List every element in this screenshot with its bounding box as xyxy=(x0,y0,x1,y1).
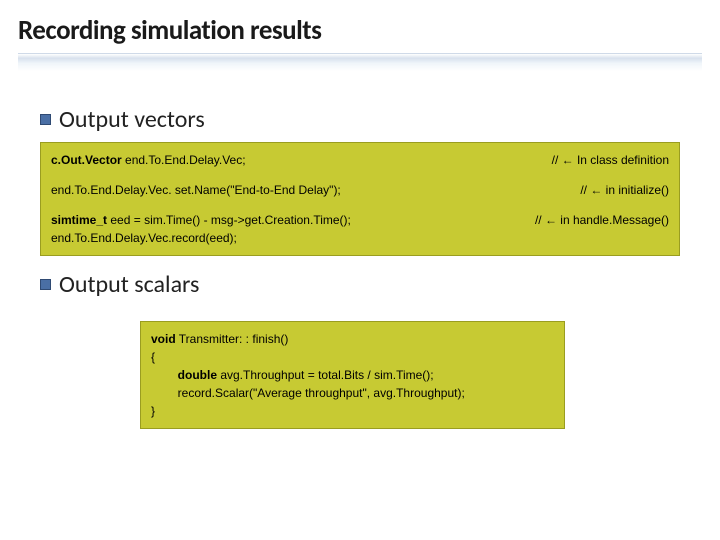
bullet-output-vectors: Output vectors xyxy=(40,105,680,134)
square-bullet-icon xyxy=(40,279,51,290)
bullet-text: Output scalars xyxy=(59,270,199,299)
bullet-text: Output vectors xyxy=(59,105,205,134)
title-underline xyxy=(18,53,702,71)
square-bullet-icon xyxy=(40,114,51,125)
bullet-output-scalars: Output scalars xyxy=(40,270,680,299)
code-box-vectors: c.Out.Vector end.To.End.Delay.Vec;// ← I… xyxy=(40,142,680,256)
code-content: c.Out.Vector end.To.End.Delay.Vec;// ← I… xyxy=(51,151,669,247)
slide-title: Recording simulation results xyxy=(18,14,702,47)
code-content: void Transmitter: : finish(){ double avg… xyxy=(151,330,554,420)
title-area: Recording simulation results xyxy=(0,0,720,81)
body-area: Output vectors c.Out.Vector end.To.End.D… xyxy=(0,81,720,429)
code-box-scalars: void Transmitter: : finish(){ double avg… xyxy=(140,321,565,429)
